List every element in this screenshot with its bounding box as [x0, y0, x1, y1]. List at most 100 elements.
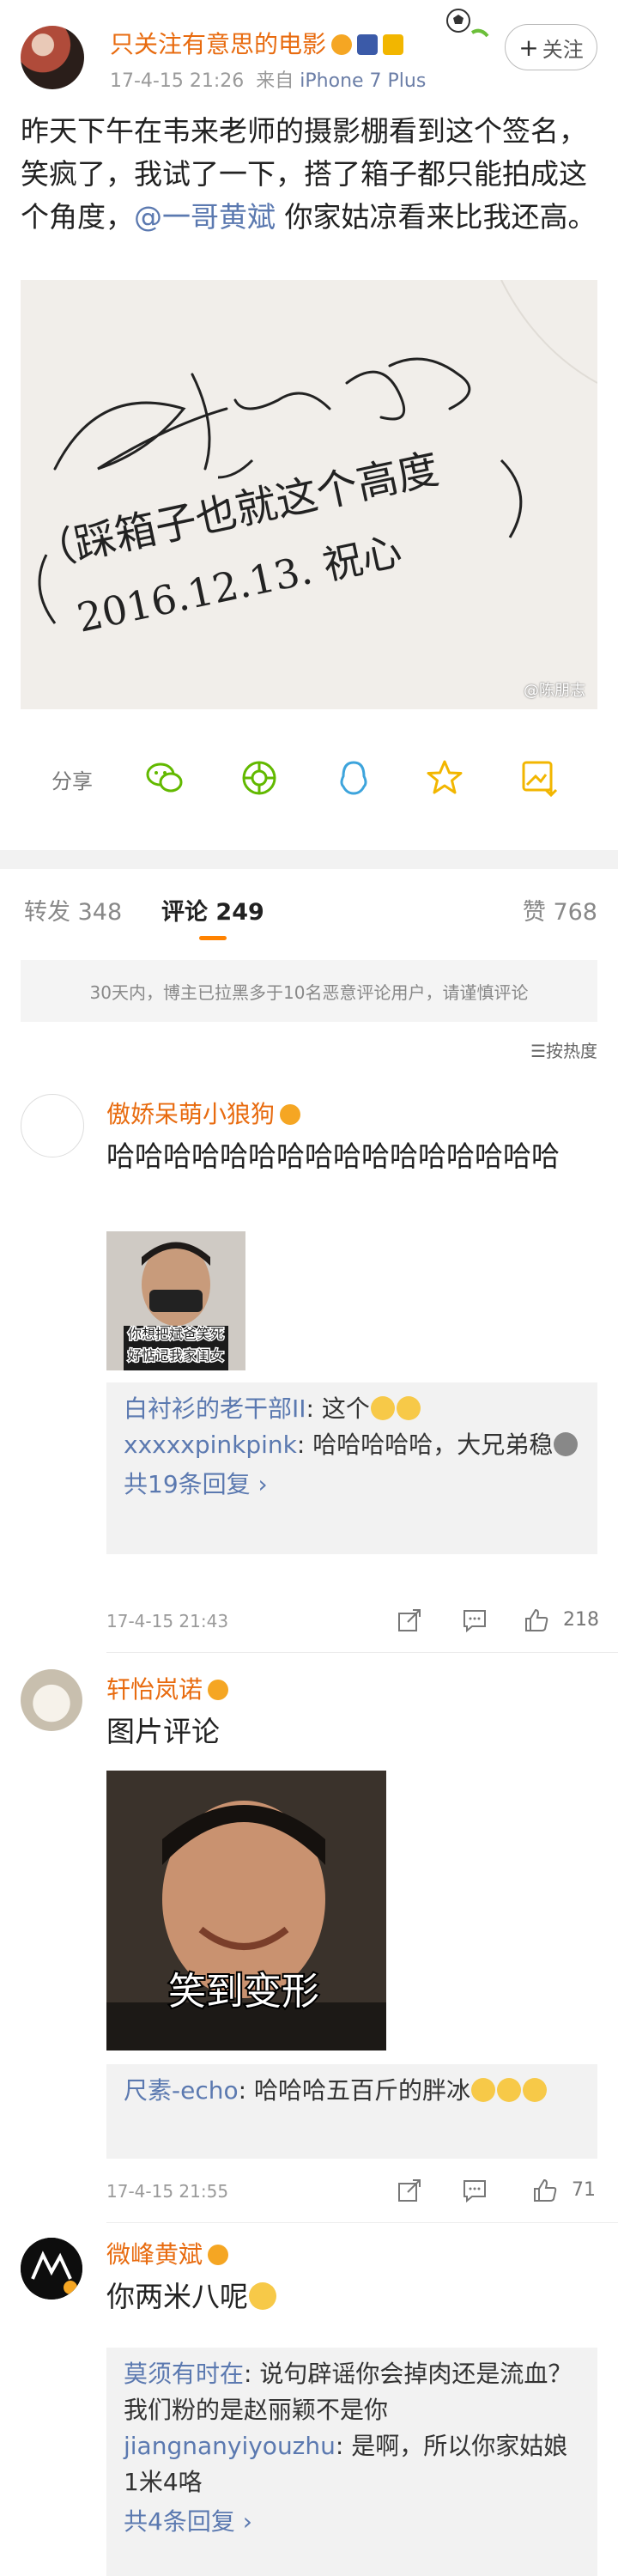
- comment-image[interactable]: 笑到变形: [106, 1771, 386, 2050]
- vip-crown-icon: [208, 1680, 229, 1700]
- author-name-row[interactable]: 只关注有意思的电影: [110, 26, 404, 60]
- qq-icon[interactable]: [333, 757, 374, 799]
- avatar-logo: [21, 2238, 82, 2300]
- reply-author[interactable]: 白衬衫的老干部II: [124, 1394, 306, 1423]
- meme-caption-1: 你想把斌爸笑死: [128, 1326, 224, 1342]
- comment-meme-image[interactable]: 你想把斌爸笑死 好惦记我家闺女: [106, 1231, 245, 1370]
- comment-time: 17-4-15 21:55: [106, 2181, 229, 2202]
- reply-text: : 哈哈哈五百斤的胖冰: [238, 2076, 470, 2105]
- reply-item[interactable]: 莫须有时在: 说句辟谣你会掉肉还是流血？我们粉的是赵丽颖不是你: [124, 2356, 580, 2428]
- laugh-emoji-icon: [496, 2078, 521, 2102]
- author-name[interactable]: 只关注有意思的电影: [110, 30, 326, 58]
- follow-label: 关注: [542, 37, 584, 62]
- reply-author[interactable]: 莫须有时在: [124, 2360, 244, 2388]
- tab-likes[interactable]: 赞 768: [523, 893, 597, 927]
- comment-author-row[interactable]: 傲娇呆萌小狼狗: [106, 1096, 301, 1130]
- reply-text: : 这个: [306, 1394, 370, 1423]
- meme-caption-2: 好惦记我家闺女: [128, 1347, 224, 1364]
- reply-preview-box[interactable]: 莫须有时在: 说句辟谣你会掉肉还是流血？我们粉的是赵丽颖不是你 jiangnan…: [106, 2348, 597, 2576]
- tab-comments[interactable]: 评论 249: [161, 893, 264, 927]
- meme-face: 你想把斌爸笑死 好惦记我家闺女: [106, 1231, 245, 1370]
- vip-crown-icon: [331, 34, 353, 55]
- reply-icon[interactable]: [462, 2178, 488, 2203]
- reply-author[interactable]: xxxxxpinkpink: [124, 1431, 297, 1459]
- comment-time: 17-4-15 21:43: [106, 1611, 229, 1631]
- laugh-emoji-icon: [396, 1396, 421, 1420]
- reply-author[interactable]: jiangnanyiyouzhu: [124, 2432, 336, 2460]
- post-header: 只关注有意思的电影 17-4-15 21:26 来自 iPhone 7 Plus…: [0, 0, 618, 96]
- like-count: 218: [563, 1609, 599, 1631]
- reply-item[interactable]: 尺素-echo: 哈哈哈五百斤的胖冰: [124, 2073, 580, 2109]
- comment-photo: 笑到变形: [106, 1771, 386, 2050]
- sort-by-hot[interactable]: ☰按热度: [530, 1037, 597, 1062]
- favorite-star-icon[interactable]: [424, 757, 465, 799]
- comment-text-content: 你两米八呢: [106, 2280, 248, 2313]
- section-divider: [0, 850, 618, 869]
- wechat-icon[interactable]: [144, 757, 185, 799]
- moments-icon[interactable]: [239, 757, 280, 799]
- tab-comments-count: 249: [215, 899, 264, 926]
- laugh-emoji-icon: [470, 2078, 495, 2102]
- comment-text: 你两米八呢: [106, 2277, 597, 2317]
- tab-likes-count: 768: [553, 899, 597, 926]
- save-image-icon[interactable]: [518, 757, 560, 799]
- reply-author[interactable]: 尺素-echo: [124, 2076, 239, 2105]
- comment-text: 哈哈哈哈哈哈哈哈哈哈哈哈哈哈哈哈: [106, 1139, 560, 1173]
- active-tab-indicator: [199, 936, 227, 940]
- reply-item[interactable]: jiangnanyiyouzhu: 是啊，所以你家姑娘1米4咯: [124, 2428, 580, 2500]
- tab-comments-label: 评论: [161, 899, 208, 926]
- post-text-part2: 你家姑凉看来比我还高。: [276, 200, 597, 234]
- mention-link[interactable]: @一哥黄斌: [134, 200, 276, 234]
- repost-icon[interactable]: [397, 2178, 422, 2203]
- sticker-emoji-icon: [554, 1432, 579, 1456]
- signature-drawing: （踩箱子也就这个高度 2016.12.13. 祝心: [21, 280, 597, 709]
- more-replies-link[interactable]: 共4条回复 ›: [124, 2500, 580, 2543]
- reply-preview-box[interactable]: 白衬衫的老干部II: 这个 xxxxxpinkpink: 哈哈哈哈哈，大兄弟稳 …: [106, 1382, 597, 1554]
- repost-icon[interactable]: [397, 1607, 422, 1633]
- post-device[interactable]: iPhone 7 Plus: [300, 70, 426, 92]
- tab-likes-label: 赞: [522, 899, 546, 926]
- vip-crown-icon: [208, 2245, 229, 2265]
- source-prefix: 来自: [256, 70, 294, 92]
- share-label: 分享: [52, 769, 93, 793]
- tab-repost[interactable]: 转发 348: [24, 893, 122, 927]
- laugh-emoji-icon: [522, 2078, 547, 2102]
- shy-emoji-icon: [249, 2282, 276, 2310]
- thumbs-up-icon[interactable]: [524, 1607, 549, 1633]
- commenter-avatar[interactable]: [21, 2238, 82, 2300]
- commenter-avatar[interactable]: [21, 1094, 84, 1157]
- reply-item[interactable]: xxxxxpinkpink: 哈哈哈哈哈，大兄弟稳: [124, 1427, 580, 1463]
- reply-icon[interactable]: [462, 1607, 488, 1633]
- comment-author[interactable]: 傲娇呆萌小狼狗: [106, 1100, 275, 1128]
- comment-author-row[interactable]: 轩怡岚诺: [106, 1671, 229, 1705]
- post-timestamp: 17-4-15 21:26: [110, 70, 245, 92]
- author-avatar[interactable]: [21, 26, 84, 89]
- reply-text: : 哈哈哈哈哈，大兄弟稳: [296, 1431, 554, 1459]
- soccer-ball-icon: [446, 9, 489, 38]
- image-caption: 笑到变形: [168, 1970, 319, 2014]
- plus-icon: +: [518, 33, 539, 62]
- tab-repost-count: 348: [77, 899, 123, 926]
- post-text: 昨天下午在韦来老师的摄影棚看到这个签名，笑疯了，我试了一下，搭了箱子都只能拍成这…: [21, 110, 597, 239]
- reply-item[interactable]: 白衬衫的老干部II: 这个: [124, 1391, 580, 1427]
- like-count: 71: [572, 2179, 596, 2201]
- follow-button[interactable]: + 关注: [505, 24, 597, 70]
- sort-label: 按热度: [546, 1041, 597, 1061]
- tab-repost-label: 转发: [24, 899, 70, 926]
- comment-separator: [106, 2222, 618, 2223]
- comment-separator: [106, 1652, 618, 1653]
- thumbs-up-icon[interactable]: [532, 2178, 558, 2203]
- commenter-avatar[interactable]: [21, 1669, 82, 1731]
- photo-watermark: @陈朋志: [524, 682, 585, 700]
- comment-author[interactable]: 轩怡岚诺: [106, 1675, 203, 1704]
- post-photo[interactable]: （踩箱子也就这个高度 2016.12.13. 祝心 @陈朋志: [21, 280, 597, 709]
- comment-author-row[interactable]: 微峰黄斌: [106, 2236, 229, 2270]
- comment-author[interactable]: 微峰黄斌: [106, 2240, 203, 2269]
- comment-text: 图片评论: [106, 1715, 220, 1748]
- laugh-emoji-icon: [370, 1396, 395, 1420]
- comment-tabs: 转发 348 评论 249 赞 768: [0, 876, 618, 941]
- reply-preview-box[interactable]: 尺素-echo: 哈哈哈五百斤的胖冰: [106, 2064, 597, 2159]
- vip-crown-icon: [280, 1104, 301, 1125]
- more-replies-link[interactable]: 共19条回复 ›: [124, 1463, 580, 1506]
- level-badge-icon: [383, 34, 404, 55]
